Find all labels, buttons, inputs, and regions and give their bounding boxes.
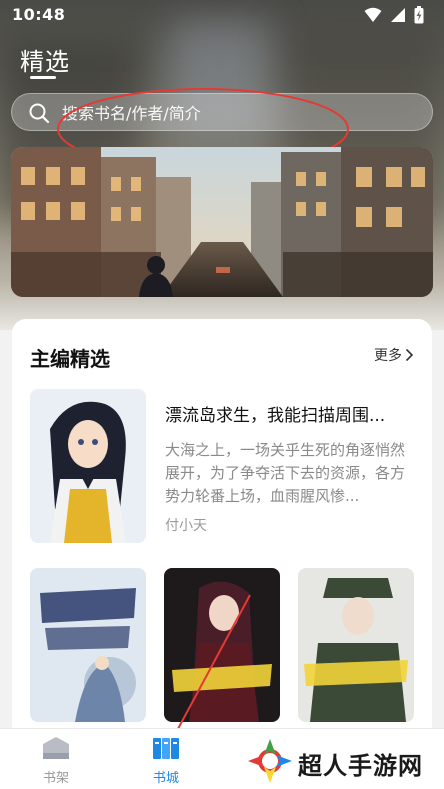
chevron-right-icon [405, 348, 414, 362]
book-cover-3[interactable] [298, 568, 414, 722]
more-link[interactable]: 更多 [374, 345, 414, 365]
signal-icon [391, 8, 405, 22]
more-label: 更多 [374, 348, 402, 364]
section-title: 主编精选 [30, 347, 110, 371]
featured-book-cover[interactable] [30, 389, 146, 543]
hero-banner[interactable] [11, 147, 433, 297]
featured-book-author: 付小天 [165, 518, 207, 534]
book-cover-1[interactable] [30, 568, 146, 722]
featured-book-description: 大海之上，一场关乎生死的角逐悄然展开，为了争夺活下去的资源，各方势力轮番上场，血… [165, 441, 406, 505]
book-cover-2[interactable] [164, 568, 280, 722]
tab-bookshelf-label: 书架 [42, 771, 69, 786]
search-input[interactable] [62, 94, 402, 132]
banner-image [11, 147, 433, 297]
battery-icon [414, 6, 424, 24]
tab-bookstore[interactable]: 书城 [126, 735, 206, 786]
featured-book-title[interactable]: 漂流岛求生，我能扫描周围... [165, 401, 413, 426]
page-title: 精选 [20, 48, 70, 76]
title-underline [30, 76, 56, 79]
search-bar[interactable] [11, 93, 433, 132]
editor-picks-card: 主编精选 更多 漂流岛求生，我能扫描周围... 大海之上，一场关乎生死的角逐悄然… [12, 319, 432, 759]
wifi-icon [364, 7, 382, 22]
watermark: 超人手游网 [244, 736, 440, 786]
status-bar: 10:48 [0, 0, 444, 30]
tab-bookshelf[interactable]: 书架 [16, 735, 96, 786]
search-icon [29, 103, 50, 124]
tab-bookstore-label: 书城 [152, 771, 179, 786]
bookstore-icon [153, 738, 179, 759]
watermark-logo [248, 739, 292, 783]
status-time: 10:48 [12, 5, 66, 24]
bookshelf-icon [43, 737, 69, 759]
watermark-text: 超人手游网 [298, 752, 423, 780]
